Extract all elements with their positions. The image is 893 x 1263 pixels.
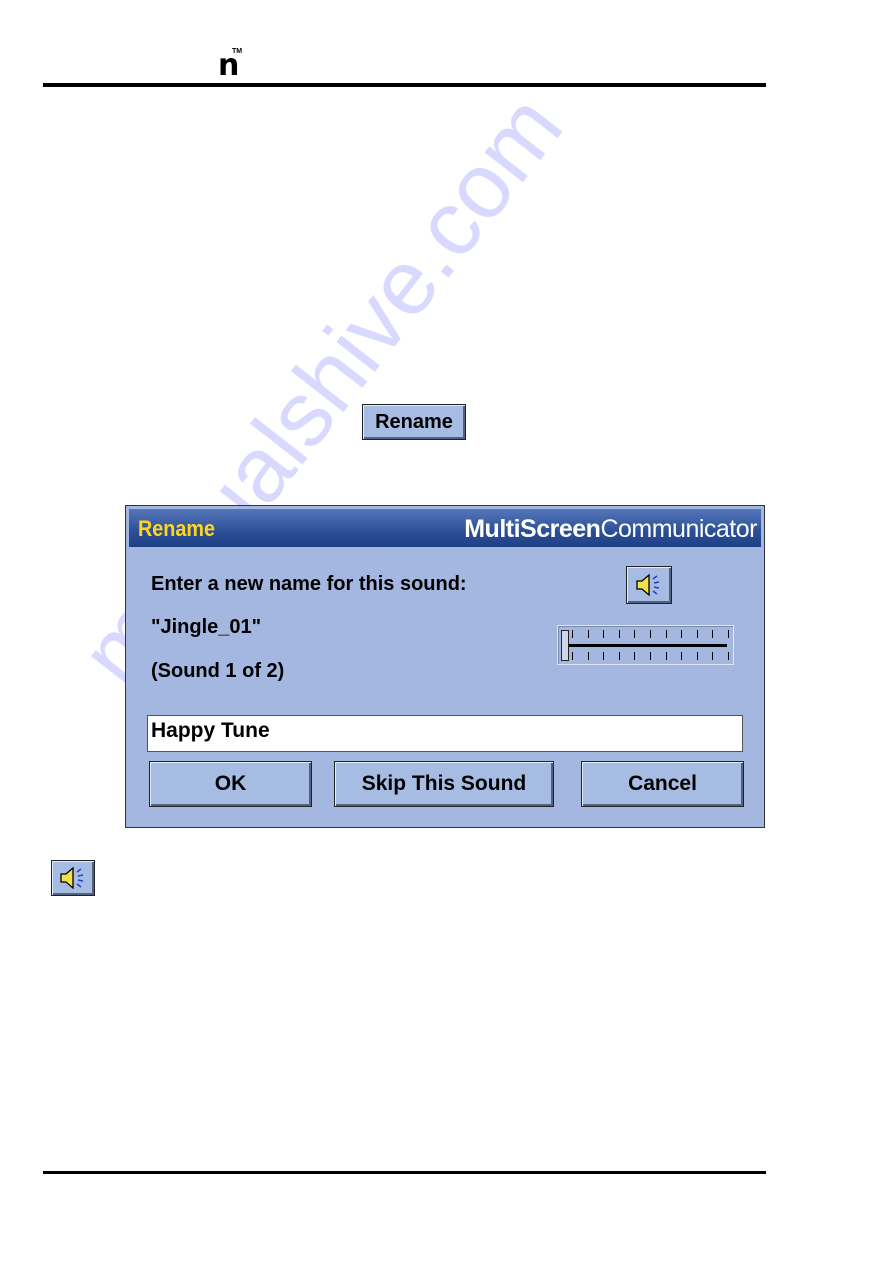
slider-tick: [618, 652, 620, 660]
dialog-title: Rename: [138, 516, 216, 541]
slider-tick: [572, 630, 573, 638]
slider-tick: [634, 652, 636, 660]
sound-name: "Jingle_01": [151, 616, 262, 638]
play-sound-button[interactable]: [626, 566, 672, 604]
speaker-icon: [636, 573, 660, 597]
footer-rule: [43, 1171, 766, 1174]
brand-regular: Communicator: [600, 515, 757, 543]
ok-button[interactable]: OK: [149, 761, 312, 807]
rename-button[interactable]: Rename: [362, 404, 466, 440]
slider-tick: [681, 652, 683, 660]
slider-tick: [681, 630, 683, 638]
slider-tick: [696, 652, 698, 660]
brand-bold: MultiScreen: [464, 515, 601, 543]
sound-name-input[interactable]: Happy Tune: [147, 715, 743, 752]
slider-tick: [587, 630, 589, 638]
slider-track: [564, 644, 727, 647]
skip-sound-button[interactable]: Skip This Sound: [334, 761, 554, 807]
rename-dialog: Rename MultiScreenCommunicator Enter a n…: [125, 505, 765, 828]
prompt-label: Enter a new name for this sound:: [151, 573, 467, 595]
slider-tick: [587, 652, 589, 660]
trademark: TM: [232, 48, 243, 55]
speaker-button[interactable]: [51, 860, 95, 896]
app-brand: MultiScreenCommunicator: [464, 515, 757, 544]
volume-slider[interactable]: [557, 625, 734, 665]
slider-tick: [650, 652, 651, 660]
slider-tick: [603, 652, 605, 660]
sound-count: (Sound 1 of 2): [151, 660, 285, 682]
slider-tick: [712, 652, 714, 660]
slider-tick: [618, 630, 620, 638]
slider-tick: [696, 630, 698, 638]
slider-tick: [603, 630, 605, 638]
slider-tick: [665, 652, 667, 660]
slider-tick: [634, 630, 636, 638]
slider-tick: [728, 630, 729, 638]
slider-tick: [572, 652, 573, 660]
header-rule: [43, 83, 766, 87]
slider-tick: [650, 630, 651, 638]
slider-tick: [665, 630, 667, 638]
slider-tick: [728, 652, 729, 660]
slider-tick: [712, 630, 714, 638]
speaker-icon: [60, 866, 84, 890]
cancel-button[interactable]: Cancel: [581, 761, 744, 807]
slider-thumb[interactable]: [561, 630, 569, 661]
dialog-titlebar: Rename MultiScreenCommunicator: [129, 509, 761, 547]
